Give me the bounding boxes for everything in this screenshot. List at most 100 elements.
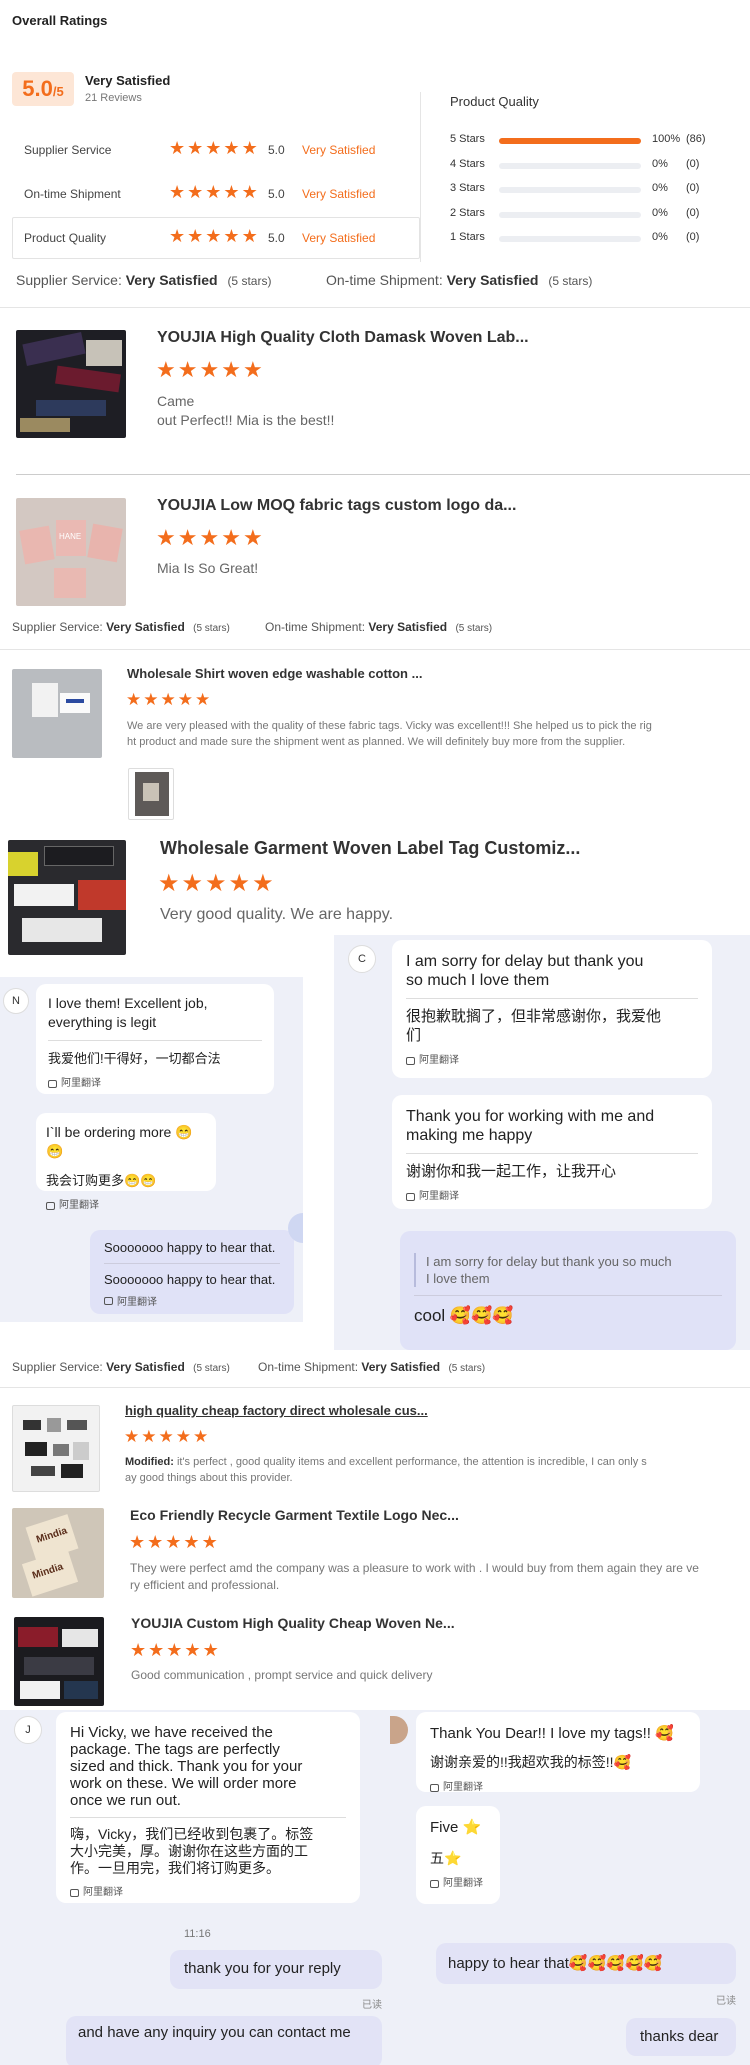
translate-label: 阿里翻译 — [61, 1078, 101, 1089]
breakdown-bar-fill — [499, 138, 641, 144]
message-text: Thank You Dear!! I love my tags!! 🥰 — [430, 1725, 674, 1742]
translate-button[interactable]: 阿里翻译 — [430, 1874, 486, 1893]
review-title[interactable]: high quality cheap factory direct wholes… — [125, 1403, 428, 1418]
translate-button[interactable]: 阿里翻译 — [430, 1778, 686, 1797]
translate-button[interactable]: 阿里翻译 — [406, 1187, 698, 1206]
star-icon: ★ — [187, 138, 206, 158]
overall-label: Very Satisfied — [85, 73, 171, 88]
rating-row: On-time Shipment ★★★★★ 5.0 Very Satisfied — [24, 182, 414, 206]
star-icon: ★ — [241, 138, 260, 158]
star-icon: ★ — [177, 357, 200, 382]
review-stars: ★★★★★ — [124, 1427, 210, 1447]
review-text-line: We are very pleased with the quality of … — [127, 720, 652, 732]
review-title[interactable]: Eco Friendly Recycle Garment Textile Log… — [130, 1507, 459, 1523]
ss-value: Very Satisfied — [106, 1360, 185, 1374]
review-stars: ★★★★★ — [156, 525, 265, 551]
rating-row-status: Very Satisfied — [302, 187, 376, 201]
product-thumbnail[interactable]: HANE — [16, 498, 126, 606]
summary-line-3: Supplier Service: Very Satisfied (5 star… — [12, 1360, 230, 1374]
star-icon: ★ — [141, 1427, 159, 1446]
review-count[interactable]: 21 Reviews — [85, 92, 142, 104]
review-title[interactable]: Wholesale Shirt woven edge washable cott… — [127, 666, 422, 681]
chat-message: Thank You Dear!! I love my tags!! 🥰 谢谢亲爱… — [416, 1712, 700, 1793]
star-icon: ★ — [252, 870, 276, 897]
chat-screenshot-2: C I am sorry for delay but thank you so … — [334, 935, 750, 1350]
review-title[interactable]: Wholesale Garment Woven Label Tag Custom… — [160, 838, 580, 859]
translate-button[interactable]: 阿里翻译 — [48, 1074, 262, 1093]
translate-label: 阿里翻译 — [59, 1200, 99, 1211]
message-divider — [406, 998, 698, 999]
message-text: Thank you for working with me and — [406, 1108, 655, 1125]
product-thumbnail[interactable] — [8, 840, 126, 955]
product-thumbnail[interactable] — [14, 1617, 104, 1706]
chat-message: Thank you for working with me and making… — [392, 1095, 712, 1209]
pq-title: Product Quality — [450, 94, 539, 109]
star-icon: ★ — [158, 1427, 176, 1446]
chat-screenshot-1: N I love them! Excellent job, everything… — [0, 977, 303, 1322]
rating-row-label: Product Quality — [24, 231, 107, 245]
review-photo-thumbnail[interactable] — [128, 768, 174, 820]
os-value: Very Satisfied — [446, 272, 539, 288]
translate-label: 阿里翻译 — [443, 1782, 483, 1793]
star-icon: ★ — [143, 690, 161, 709]
message-text: I`ll be ordering more 😁😁 — [46, 1124, 193, 1159]
star-icon: ★ — [205, 870, 229, 897]
chat-screenshot-3: J Hi Vicky, we have received the package… — [0, 1710, 390, 2065]
translate-label: 阿里翻译 — [443, 1878, 483, 1889]
translate-button[interactable]: 阿里翻译 — [46, 1196, 206, 1215]
product-thumbnail[interactable] — [12, 669, 102, 758]
breakdown-label: 5 Stars — [450, 133, 485, 145]
translate-button[interactable]: 阿里翻译 — [104, 1293, 280, 1308]
breakdown-count: (0) — [686, 158, 700, 170]
star-icon: ★ — [199, 525, 222, 550]
ss-label: Supplier Service: — [12, 1360, 103, 1374]
message-text: happy to hear that🥰🥰🥰🥰🥰 — [448, 1955, 663, 1972]
product-thumbnail[interactable] — [12, 1405, 100, 1492]
star-icon: ★ — [160, 690, 178, 709]
breakdown-count: (0) — [686, 231, 700, 243]
review-title[interactable]: YOUJIA High Quality Cloth Damask Woven L… — [157, 329, 529, 347]
translate-icon — [406, 1056, 415, 1065]
rating-row-status: Very Satisfied — [302, 143, 376, 157]
translate-icon — [430, 1879, 439, 1888]
ss-stars: (5 stars) — [193, 623, 230, 634]
translated-text: 谢谢你和我一起工作，让我开心 — [406, 1163, 617, 1180]
star-icon: ★ — [187, 182, 206, 202]
review-title[interactable]: YOUJIA Custom High Quality Cheap Woven N… — [131, 1615, 455, 1631]
review-stars: ★★★★★ — [130, 1640, 221, 1661]
product-thumbnail[interactable]: Mindia Mindia — [12, 1508, 104, 1598]
star-icon: ★ — [221, 357, 243, 382]
star-icon: ★ — [187, 226, 206, 246]
translate-button[interactable]: 阿里翻译 — [70, 1883, 346, 1902]
star-icon: ★ — [181, 870, 206, 897]
quoted-text: Sooooooo happy to hear that. — [104, 1240, 276, 1255]
score-suffix: /5 — [52, 84, 64, 99]
breakdown-percent: 0% — [652, 207, 668, 219]
review-text: Modified: it's perfect , good quality it… — [125, 1454, 647, 1486]
translate-label: 阿里翻译 — [419, 1191, 459, 1202]
star-icon: ★ — [202, 1640, 221, 1660]
rating-row-value: 5.0 — [268, 143, 285, 157]
message-time: 11:16 — [184, 1928, 211, 1940]
chat-message: Hi Vicky, we have received the package. … — [56, 1712, 360, 1903]
section-divider — [0, 307, 750, 308]
message-text: so much I love them — [406, 972, 550, 989]
message-divider — [48, 1040, 262, 1041]
star-icon: ★ — [165, 1532, 184, 1552]
star-icon: ★ — [156, 525, 178, 550]
contact-avatar: N — [3, 988, 29, 1014]
translated-text: 我爱他们!干得好，一切都合法 — [48, 1051, 221, 1066]
translated-text: 我会订购更多😁😁 — [46, 1173, 157, 1188]
star-icon: ★ — [221, 525, 243, 550]
review-stars: ★★★★★ — [126, 690, 212, 710]
star-icon: ★ — [156, 357, 178, 382]
translate-button[interactable]: 阿里翻译 — [406, 1051, 698, 1070]
breakdown-count: (0) — [686, 182, 700, 194]
review-title[interactable]: YOUJIA Low MOQ fabric tags custom logo d… — [157, 497, 516, 515]
star-icon: ★ — [130, 1640, 149, 1660]
product-thumbnail[interactable] — [16, 330, 126, 438]
message-text: making me happy — [406, 1127, 533, 1144]
modified-label: Modified: — [125, 1456, 174, 1468]
score-badge: 5.0 /5 — [12, 72, 74, 106]
message-divider — [406, 1153, 698, 1154]
